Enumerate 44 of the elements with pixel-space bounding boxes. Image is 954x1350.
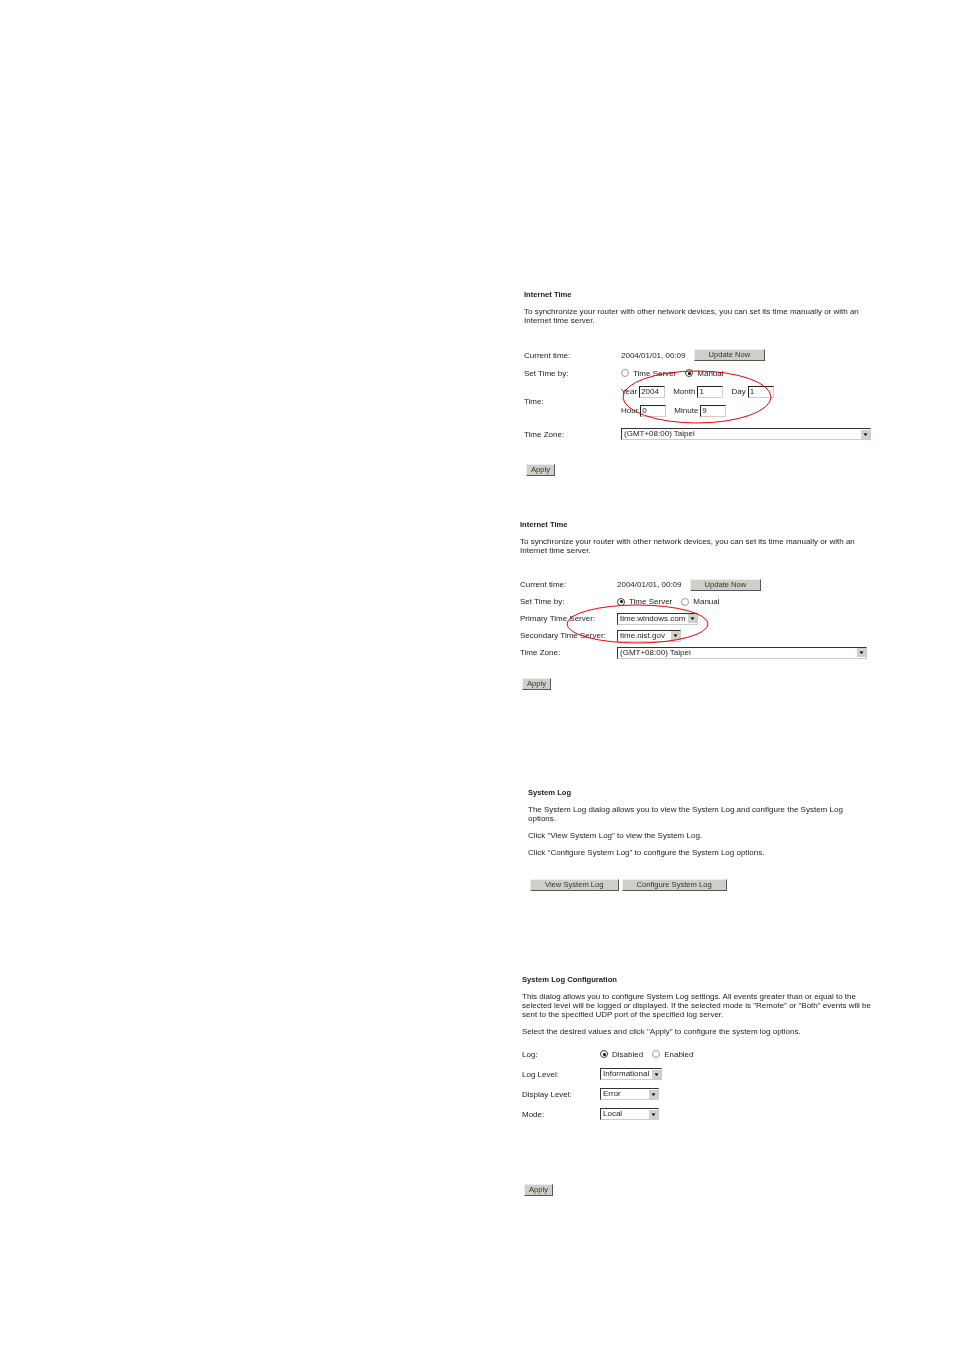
input-field[interactable]: 1 bbox=[747, 385, 774, 398]
input-field[interactable]: 9 bbox=[700, 404, 727, 417]
description-text: This dialog allows you to configure System Log settings. All events greater than or equal to the selected level will be logged or displayed. If the selected mode is "Remote" or "Both" events will be sent to the specified UDP port of the specified log server. bbox=[522, 992, 872, 1019]
field-label: Current time: bbox=[520, 580, 568, 589]
dropdown[interactable]: Error bbox=[600, 1088, 659, 1100]
field-label: Minute bbox=[674, 406, 699, 415]
field-label: Secondary Time Server: bbox=[520, 631, 607, 640]
dropdown-arrow-icon[interactable] bbox=[671, 631, 680, 640]
dropdown[interactable]: (GMT+08:00) Taipei bbox=[617, 646, 867, 659]
field-label: Time Zone: bbox=[520, 648, 562, 657]
radio-label: Time Server bbox=[629, 597, 673, 606]
dropdown-arrow-icon[interactable] bbox=[857, 648, 866, 657]
input-field[interactable]: 1 bbox=[697, 385, 724, 398]
field-label: Time Zone: bbox=[524, 429, 566, 439]
dropdown[interactable]: time.nist.gov bbox=[617, 629, 681, 642]
dropdown[interactable]: Informational bbox=[600, 1068, 663, 1080]
field-label: Display Level: bbox=[522, 1089, 573, 1099]
field-label: Day bbox=[731, 387, 746, 396]
field-label: Current time: bbox=[524, 350, 572, 360]
field-label: Time: bbox=[524, 396, 545, 406]
field-label: Month bbox=[673, 387, 696, 396]
description-text: Click "View System Log" to view the System Log. bbox=[528, 831, 704, 840]
description-text: Click "Configure System Log" to configure the System Log options. bbox=[528, 848, 766, 857]
dropdown[interactable]: (GMT+08:00) Taipei bbox=[621, 428, 871, 440]
radio-label: Disabled bbox=[612, 1049, 644, 1059]
input-field[interactable]: 0 bbox=[640, 404, 667, 417]
description-text: To synchronize your router with other network devices, you can set its time manually or with an Internet time server. bbox=[524, 307, 860, 325]
field-label: Set Time by: bbox=[524, 368, 570, 378]
radio-label: Enabled bbox=[664, 1049, 694, 1059]
radio-label: Manual bbox=[693, 597, 720, 606]
dropdown[interactable]: time.windows.com bbox=[617, 612, 699, 625]
dropdown[interactable]: Local bbox=[600, 1108, 659, 1120]
field-label: Log Level: bbox=[522, 1069, 560, 1079]
input-field[interactable]: 2004 bbox=[639, 385, 666, 398]
description-text: The System Log dialog allows you to view the System Log and configure the System Log options. bbox=[528, 805, 844, 823]
current-time-value: 2004/01/01, 00:09 bbox=[621, 350, 686, 360]
field-label: Log: bbox=[522, 1049, 539, 1059]
dropdown-arrow-icon[interactable] bbox=[688, 614, 698, 623]
field-label: Primary Time Server: bbox=[520, 614, 597, 623]
field-label: Set Time by: bbox=[520, 597, 566, 606]
current-time-value: 2004/01/01, 00:09 bbox=[617, 580, 682, 589]
description-text: To synchronize your router with other network devices, you can set its time manually or with an Internet time server. bbox=[520, 537, 856, 555]
field-label: Mode: bbox=[522, 1109, 546, 1119]
description-text: Select the desired values and click "Apply" to configure the system log options. bbox=[522, 1027, 802, 1036]
